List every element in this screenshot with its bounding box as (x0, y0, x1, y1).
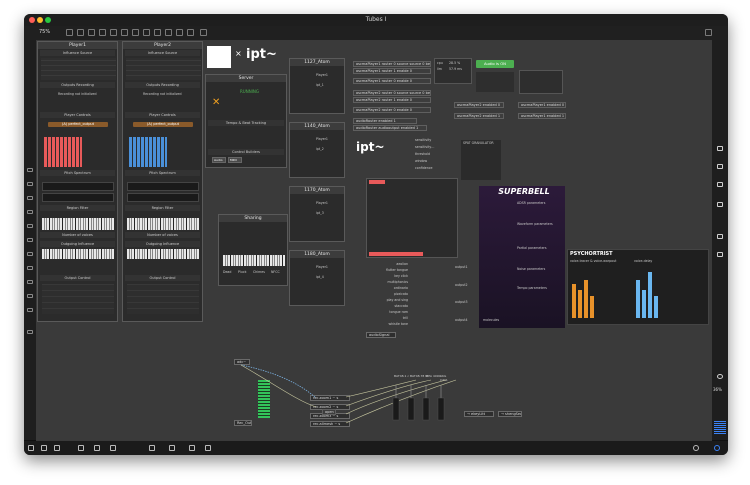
snap-icon[interactable] (189, 445, 195, 451)
list-view-icon[interactable] (717, 202, 723, 207)
cpu-percent: 36% (713, 387, 722, 392)
wrench-icon[interactable] (169, 445, 175, 451)
left-sidebar (24, 40, 36, 441)
bracket-icon[interactable] (27, 224, 33, 228)
monitor-icon[interactable] (78, 445, 84, 451)
cpu-meter (714, 420, 726, 434)
title-bar: Tubes I (24, 14, 728, 26)
message-box-icon[interactable] (88, 29, 95, 36)
button-object-icon[interactable] (110, 29, 117, 36)
app-window: Tubes I 75% 36% Player1 Influence Source… (24, 14, 728, 455)
loop-icon[interactable] (27, 294, 33, 298)
mixer-icon[interactable] (717, 252, 723, 257)
meter-icon[interactable] (165, 29, 172, 36)
book-icon[interactable] (717, 182, 723, 187)
route-icon[interactable] (27, 280, 33, 284)
menu-icon[interactable] (27, 168, 33, 172)
multislider-icon[interactable] (176, 29, 183, 36)
grid-icon[interactable] (54, 445, 60, 451)
toolbar: 75% (24, 26, 728, 41)
arrow-left-icon[interactable] (27, 210, 33, 214)
paperclip-icon[interactable] (27, 252, 33, 256)
debug-icon[interactable] (149, 445, 155, 451)
zoom-level[interactable]: 75% (39, 29, 50, 35)
patch-cords (240, 364, 457, 424)
status-bar (24, 440, 728, 455)
grid-small-icon[interactable] (110, 445, 116, 451)
image-icon[interactable] (27, 238, 33, 242)
number-box-icon[interactable] (154, 29, 161, 36)
snippet-icon[interactable] (27, 266, 33, 270)
share-icon[interactable] (200, 29, 207, 36)
comment-icon[interactable] (99, 29, 106, 36)
play-icon[interactable] (693, 445, 699, 451)
list-icon[interactable] (27, 196, 33, 200)
right-sidebar: 36% (712, 40, 728, 441)
info-icon[interactable] (717, 164, 723, 169)
home-icon[interactable] (187, 29, 194, 36)
wire-icon[interactable] (27, 182, 33, 186)
toggle-icon[interactable] (121, 29, 128, 36)
sidebar-toggle-icon[interactable] (705, 29, 712, 36)
layers-icon[interactable] (27, 308, 33, 312)
dial-icon[interactable] (143, 29, 150, 36)
settings-dial-icon[interactable] (717, 374, 723, 379)
console-icon[interactable] (94, 445, 100, 451)
star-icon[interactable] (27, 330, 33, 334)
lock-icon[interactable] (66, 29, 73, 36)
new-object-icon[interactable] (77, 29, 84, 36)
keyboard-icon[interactable] (205, 445, 211, 451)
presentation-icon[interactable] (41, 445, 47, 451)
window-title: Tubes I (365, 16, 387, 23)
power-icon[interactable] (714, 445, 720, 451)
slider-icon[interactable] (132, 29, 139, 36)
lock-status-icon[interactable] (28, 445, 34, 451)
patcher-canvas[interactable]: Player1 Influence Source Outputs Recordi… (36, 40, 712, 441)
camera-icon[interactable] (717, 234, 723, 239)
search-icon[interactable] (717, 146, 723, 151)
